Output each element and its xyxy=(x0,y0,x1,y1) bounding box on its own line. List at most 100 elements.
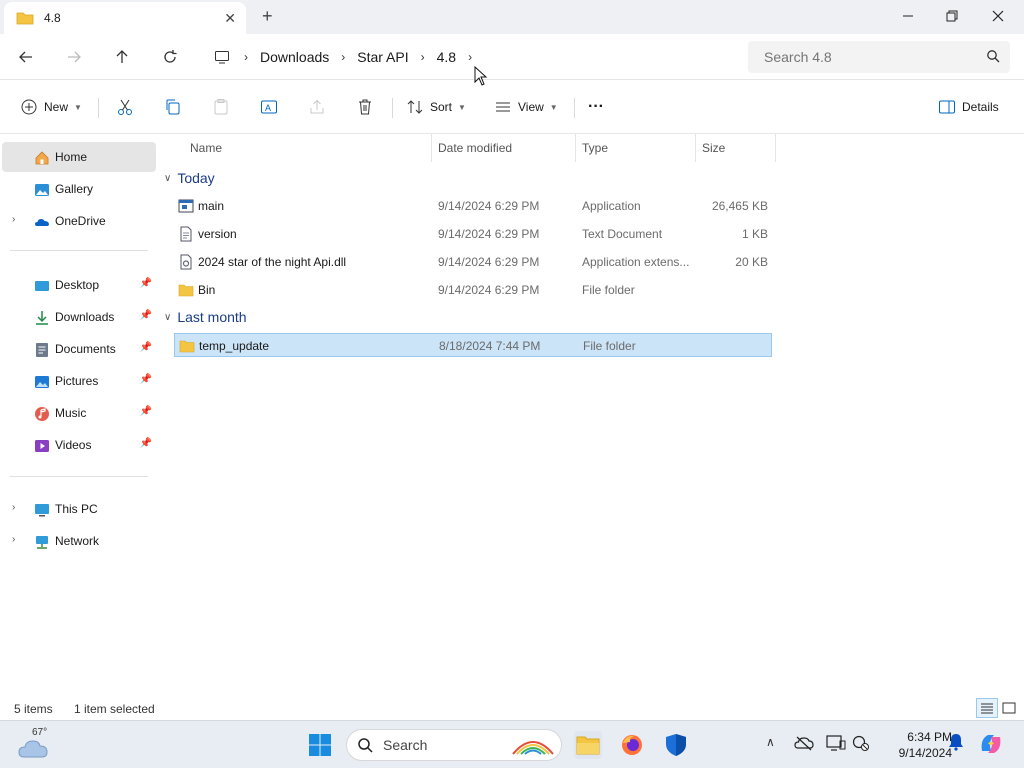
sidebar-item-network[interactable]: › Network xyxy=(2,526,156,556)
pin-icon[interactable]: 📌 xyxy=(140,310,152,321)
chevron-right-icon[interactable]: › xyxy=(464,50,476,64)
forward-button[interactable] xyxy=(60,44,88,70)
pin-icon[interactable]: 📌 xyxy=(140,342,152,353)
chevron-right-icon[interactable]: › xyxy=(12,214,15,225)
sort-button[interactable]: Sort ▼ xyxy=(406,94,466,120)
windows-logo-icon xyxy=(309,734,331,756)
copy-button[interactable] xyxy=(164,94,182,120)
search-icon[interactable] xyxy=(986,49,1000,63)
pin-icon[interactable]: 📌 xyxy=(140,438,152,449)
sidebar-item-documents[interactable]: Documents 📌 xyxy=(2,334,156,364)
chevron-right-icon[interactable]: › xyxy=(12,534,15,545)
taskbar-defender[interactable] xyxy=(662,731,690,759)
view-list-icon xyxy=(496,102,510,112)
home-icon xyxy=(35,151,49,165)
application-icon xyxy=(178,199,194,213)
crumb-downloads[interactable]: Downloads xyxy=(252,49,337,65)
clock[interactable]: 6:34 PM 9/14/2024 xyxy=(876,729,952,761)
paste-icon xyxy=(214,99,228,115)
tab-title: 4.8 xyxy=(44,11,61,25)
start-button[interactable] xyxy=(306,731,334,759)
file-row-dll[interactable]: 2024 star of the night Api.dll 9/14/2024… xyxy=(174,250,772,274)
notifications-button[interactable] xyxy=(948,733,964,754)
file-row-bin[interactable]: Bin 9/14/2024 6:29 PM File folder xyxy=(174,278,772,302)
plus-circle-icon xyxy=(21,99,37,115)
chevron-right-icon[interactable]: › xyxy=(12,502,15,513)
copilot-button[interactable] xyxy=(978,731,1004,760)
display-icon[interactable] xyxy=(826,735,846,754)
pin-icon[interactable]: 📌 xyxy=(140,278,152,289)
taskbar-search[interactable]: Search xyxy=(346,729,562,761)
file-row-temp-update[interactable]: temp_update 8/18/2024 7:44 PM File folde… xyxy=(174,333,772,357)
taskbar-file-explorer[interactable] xyxy=(574,731,602,759)
file-list-view: Name Date modified Type Size ∨ Today mai… xyxy=(160,134,1024,696)
details-view-toggle[interactable] xyxy=(976,698,998,718)
weather-widget[interactable]: 67° xyxy=(18,727,54,763)
more-options-button[interactable]: ··· xyxy=(588,94,604,120)
column-header-type[interactable]: Type xyxy=(576,134,696,162)
sidebar-item-label: OneDrive xyxy=(55,214,106,228)
column-header-name[interactable]: Name xyxy=(184,134,432,162)
share-button[interactable] xyxy=(308,94,326,120)
temperature: 67° xyxy=(32,727,48,738)
group-label: Today xyxy=(177,170,215,186)
details-button[interactable]: Details xyxy=(938,94,999,120)
divider xyxy=(98,98,99,118)
minimize-button[interactable] xyxy=(888,4,928,28)
sidebar-item-onedrive[interactable]: › OneDrive xyxy=(2,206,156,236)
restore-icon xyxy=(946,10,958,22)
pin-icon[interactable]: 📌 xyxy=(140,374,152,385)
rename-button[interactable]: A xyxy=(260,94,278,120)
sidebar-item-downloads[interactable]: Downloads 📌 xyxy=(2,302,156,332)
chevron-up-icon[interactable]: ∧ xyxy=(766,735,775,749)
restore-button[interactable] xyxy=(932,4,972,28)
cut-button[interactable] xyxy=(116,94,134,120)
tiles-view-toggle[interactable] xyxy=(998,698,1020,718)
chevron-right-icon[interactable]: › xyxy=(240,50,252,64)
file-row-version[interactable]: version 9/14/2024 6:29 PM Text Document … xyxy=(174,222,772,246)
copilot-icon xyxy=(981,735,1001,753)
new-tab-button[interactable]: + xyxy=(262,6,273,27)
column-header-label: Name xyxy=(190,141,223,155)
crumb-star-api[interactable]: Star API xyxy=(349,49,416,65)
search-input[interactable] xyxy=(764,49,974,65)
chevron-right-icon[interactable]: › xyxy=(337,50,349,64)
navigation-pane: Home Gallery › OneDrive Desktop 📌 Downlo… xyxy=(0,134,160,696)
this-pc-crumb-button[interactable] xyxy=(208,44,236,70)
column-header-date[interactable]: Date modified xyxy=(432,134,576,162)
tab-active[interactable]: 4.8 ✕ xyxy=(4,2,246,34)
close-tab-icon[interactable]: ✕ xyxy=(224,10,236,27)
search-box[interactable] xyxy=(748,41,1010,73)
up-button[interactable] xyxy=(108,44,136,70)
sidebar-item-this-pc[interactable]: › This PC xyxy=(2,494,156,524)
pin-icon[interactable]: 📌 xyxy=(140,406,152,417)
back-button[interactable] xyxy=(12,44,40,70)
view-button[interactable]: View ▼ xyxy=(494,94,558,120)
taskbar-firefox[interactable] xyxy=(618,731,646,759)
sidebar-item-gallery[interactable]: Gallery xyxy=(2,174,156,204)
chevron-right-icon[interactable]: › xyxy=(417,50,429,64)
sidebar-item-desktop[interactable]: Desktop 📌 xyxy=(2,270,156,300)
file-type: Text Document xyxy=(582,227,663,241)
sidebar-item-music[interactable]: Music 📌 xyxy=(2,398,156,428)
file-date: 9/14/2024 6:29 PM xyxy=(438,283,540,297)
sidebar-item-videos[interactable]: Videos 📌 xyxy=(2,430,156,460)
sidebar-item-pictures[interactable]: Pictures 📌 xyxy=(2,366,156,396)
paste-button[interactable] xyxy=(212,94,230,120)
close-window-button[interactable] xyxy=(978,4,1018,28)
column-header-size[interactable]: Size xyxy=(696,134,776,162)
refresh-button[interactable] xyxy=(156,44,184,70)
group-label: Last month xyxy=(177,309,247,325)
file-row-main[interactable]: main 9/14/2024 6:29 PM Application 26,46… xyxy=(174,194,772,218)
taskbar: 67° Search ∧ 6:34 PM 9/14/2024 xyxy=(0,720,1024,768)
new-button[interactable]: New ▼ xyxy=(20,94,82,120)
file-type: Application xyxy=(582,199,641,213)
group-header-last-month[interactable]: ∨ Last month xyxy=(164,305,247,329)
delete-button[interactable] xyxy=(356,94,374,120)
network-status-icon[interactable] xyxy=(852,735,870,754)
onedrive-offline-icon[interactable] xyxy=(794,735,814,754)
column-header-label: Type xyxy=(582,141,609,155)
sidebar-item-home[interactable]: Home xyxy=(2,142,156,172)
crumb-current[interactable]: 4.8 xyxy=(429,49,464,65)
group-header-today[interactable]: ∨ Today xyxy=(164,166,215,190)
